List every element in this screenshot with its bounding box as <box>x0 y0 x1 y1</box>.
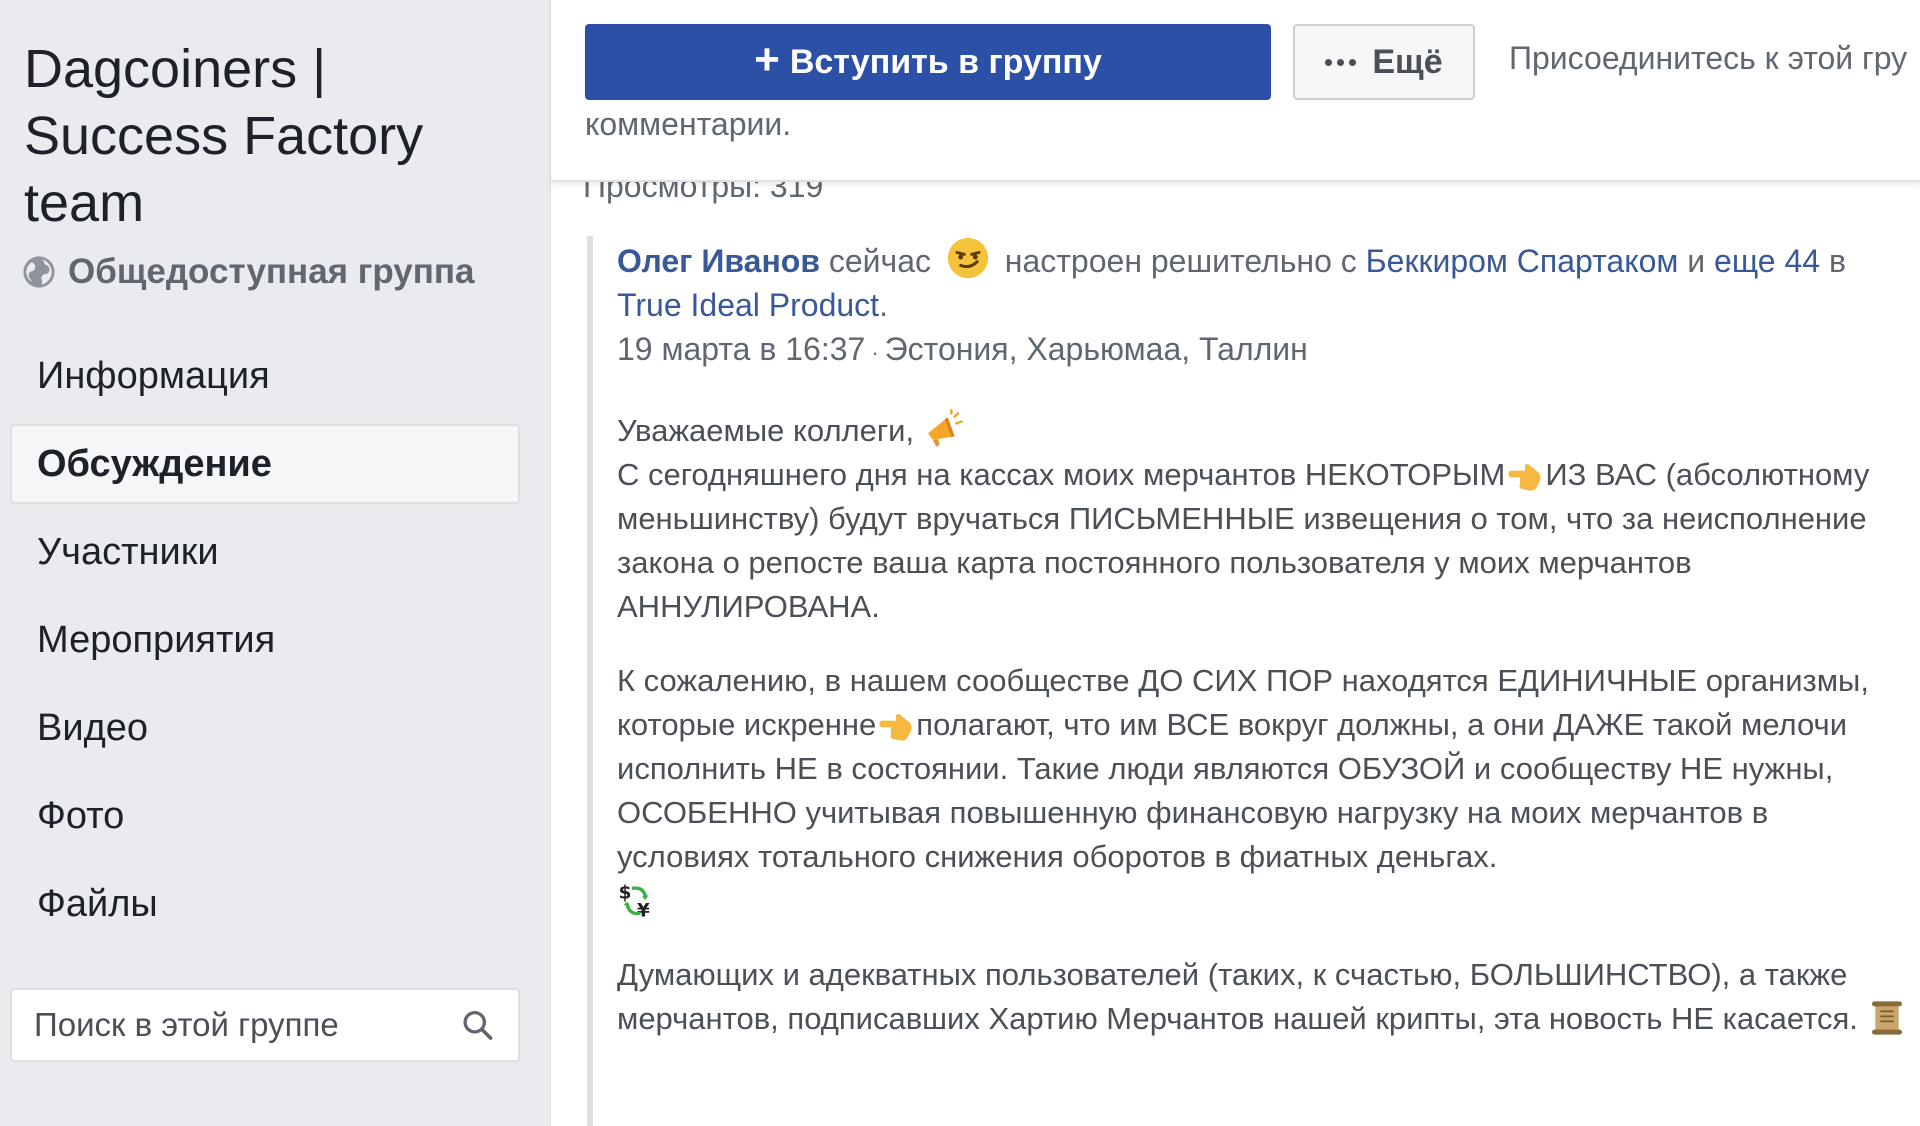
group-nav: Информация Обсуждение Участники Мероприя… <box>10 336 520 952</box>
post-text-1a: С сегодняшнего дня на кассах моих мерчан… <box>617 457 1506 492</box>
post-and: и <box>1687 243 1706 279</box>
post-feeling: настроен решительно с <box>1004 243 1357 279</box>
determined-face-icon <box>947 237 989 279</box>
nav-item-photos[interactable]: Фото <box>10 776 520 856</box>
group-sidebar: Dagcoiners | Success Factory team Общедо… <box>0 0 548 1126</box>
shared-post: Олег Иванов сейчас настроен решительно с… <box>587 236 1920 1126</box>
nav-item-videos[interactable]: Видео <box>10 688 520 768</box>
join-group-label: Вступить в группу <box>789 42 1102 81</box>
search-icon[interactable] <box>461 1004 494 1046</box>
privacy-label: Общедоступная группа <box>68 252 475 291</box>
svg-text:¥: ¥ <box>637 901 650 921</box>
svg-text:$: $ <box>619 882 632 903</box>
search-input[interactable] <box>12 1005 461 1045</box>
group-title[interactable]: Dagcoiners | Success Factory team <box>24 36 524 237</box>
plus-icon: + <box>754 35 780 84</box>
post-paragraph-3: Думающих и адекватных пользователей (так… <box>617 953 1907 1041</box>
megaphone-icon <box>927 409 963 447</box>
nav-item-events[interactable]: Мероприятия <box>10 600 520 680</box>
nav-item-info[interactable]: Информация <box>10 336 520 416</box>
post-header-period: . <box>879 287 888 323</box>
post-date[interactable]: 19 марта в 16:37 <box>617 331 865 367</box>
more-button[interactable]: Ещё <box>1293 24 1475 100</box>
post-place-link[interactable]: True Ideal Product <box>617 287 879 323</box>
post-greeting: Уважаемые коллеги, <box>617 413 915 448</box>
nav-item-members[interactable]: Участники <box>10 512 520 592</box>
pointing-left-icon <box>879 714 912 741</box>
more-label: Ещё <box>1372 42 1443 81</box>
nav-item-files[interactable]: Файлы <box>10 864 520 944</box>
group-action-bar: + Вступить в группу Ещё Присоединитесь к… <box>551 0 1920 182</box>
group-privacy: Общедоступная группа <box>22 248 475 296</box>
globe-icon <box>23 256 55 288</box>
group-search <box>10 988 520 1062</box>
comments-text: комментарии. <box>585 106 792 142</box>
nav-item-discussion[interactable]: Обсуждение <box>10 424 520 504</box>
pointing-left-icon <box>1508 464 1541 491</box>
post-paragraph-2: К сожалению, в нашем сообществе ДО СИХ П… <box>617 659 1907 923</box>
post-meta: 19 марта в 16:37 · Эстония, Харьюмаа, Талл… <box>617 327 1907 375</box>
currency-exchange-icon: $ ¥ <box>619 882 650 921</box>
more-dots-icon <box>1325 58 1357 66</box>
join-hint-text: Присоединитесь к этой гру <box>1509 40 1908 76</box>
scroll-icon <box>1871 1001 1902 1035</box>
post-author[interactable]: Олег Иванов <box>617 243 820 279</box>
post-paragraph-1: Уважаемые коллеги, С сегодняшнего дня на… <box>617 409 1907 629</box>
tagged-person-link[interactable]: Беккиром Спартаком <box>1366 243 1679 279</box>
post-time[interactable]: сейчас <box>829 243 931 279</box>
main-content: + Вступить в группу Ещё Присоединитесь к… <box>550 0 1920 1126</box>
separator-dot: · <box>871 340 879 365</box>
post-in: в <box>1828 243 1846 279</box>
join-group-button[interactable]: + Вступить в группу <box>585 24 1271 100</box>
tagged-others-link[interactable]: еще 44 <box>1714 243 1820 279</box>
post-body: Уважаемые коллеги, С сегодняшнего дня на… <box>617 409 1907 1041</box>
post-header: Олег Иванов сейчас настроен решительно с… <box>617 236 1907 327</box>
post-location[interactable]: Эстония, Харьюмаа, Таллин <box>885 331 1308 367</box>
post-text-3: Думающих и адекватных пользователей (так… <box>617 957 1858 1036</box>
